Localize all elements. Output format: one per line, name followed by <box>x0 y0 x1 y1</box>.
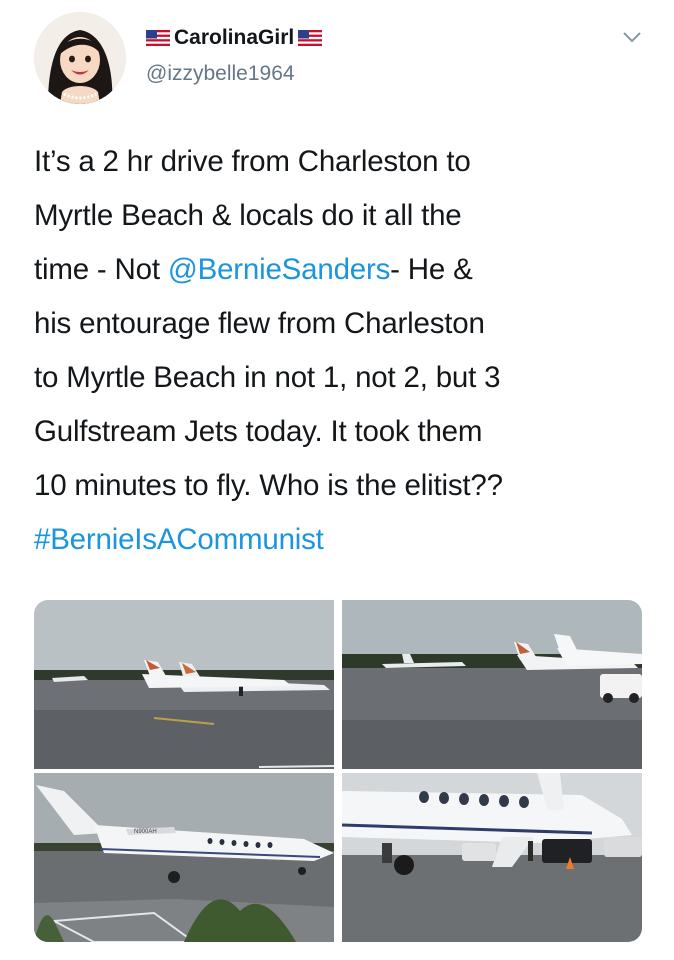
avatar[interactable] <box>34 12 126 104</box>
tweet-text-segment: - He & <box>390 253 473 286</box>
tweet-line: his entourage flew from Charleston <box>34 297 654 351</box>
tweet-line: Gulfstream Jets today. It took them <box>34 405 654 459</box>
tweet-text-segment: Myrtle Beach & locals do it all the <box>34 199 462 232</box>
photo-jets-on-tarmac[interactable] <box>342 600 642 769</box>
tweet-text: It’s a 2 hr drive from Charleston to Myrt… <box>34 135 654 567</box>
media-grid[interactable]: N900AH <box>34 600 642 942</box>
tweet-text-segment: 10 minutes to fly. Who is the elitist?? <box>34 469 503 502</box>
chevron-down-icon[interactable] <box>622 30 642 44</box>
tweet-line: Myrtle Beach & locals do it all the <box>34 189 654 243</box>
tweet-text-segment: time - Not <box>34 253 168 286</box>
photo-gulfstream-closeup[interactable]: N900AH <box>34 773 334 942</box>
avatar-illustration <box>34 12 126 104</box>
us-flag-icon <box>146 30 170 46</box>
tweet-text-segment: to Myrtle Beach in not 1, not 2, but 3 <box>34 361 501 394</box>
display-name-row[interactable]: CarolinaGirl <box>146 26 323 50</box>
tweet-text-segment: his entourage flew from Charleston <box>34 307 485 340</box>
mention-link[interactable]: @BernieSanders <box>168 253 390 286</box>
user-handle[interactable]: @izzybelle1964 <box>146 62 295 86</box>
tweet-line: time - Not @BernieSanders- He & <box>34 243 654 297</box>
tweet-text-segment: Gulfstream Jets today. It took them <box>34 415 483 448</box>
photo-jet-boarding-stairs[interactable] <box>342 773 642 942</box>
photo-jets-taxiway-wide[interactable] <box>34 600 334 769</box>
us-flag-icon <box>298 30 323 46</box>
tweet-line: to Myrtle Beach in not 1, not 2, but 3 <box>34 351 654 405</box>
hashtag-link[interactable]: #BernieIsACommunist <box>34 523 324 556</box>
registration-number: N900AH <box>134 829 157 835</box>
tweet-line: It’s a 2 hr drive from Charleston to <box>34 135 654 189</box>
tweet-line: 10 minutes to fly. Who is the elitist?? <box>34 459 654 513</box>
display-name[interactable]: CarolinaGirl <box>174 26 294 50</box>
tweet-line: #BernieIsACommunist <box>34 513 654 567</box>
tweet-text-segment: It’s a 2 hr drive from Charleston to <box>34 145 471 178</box>
